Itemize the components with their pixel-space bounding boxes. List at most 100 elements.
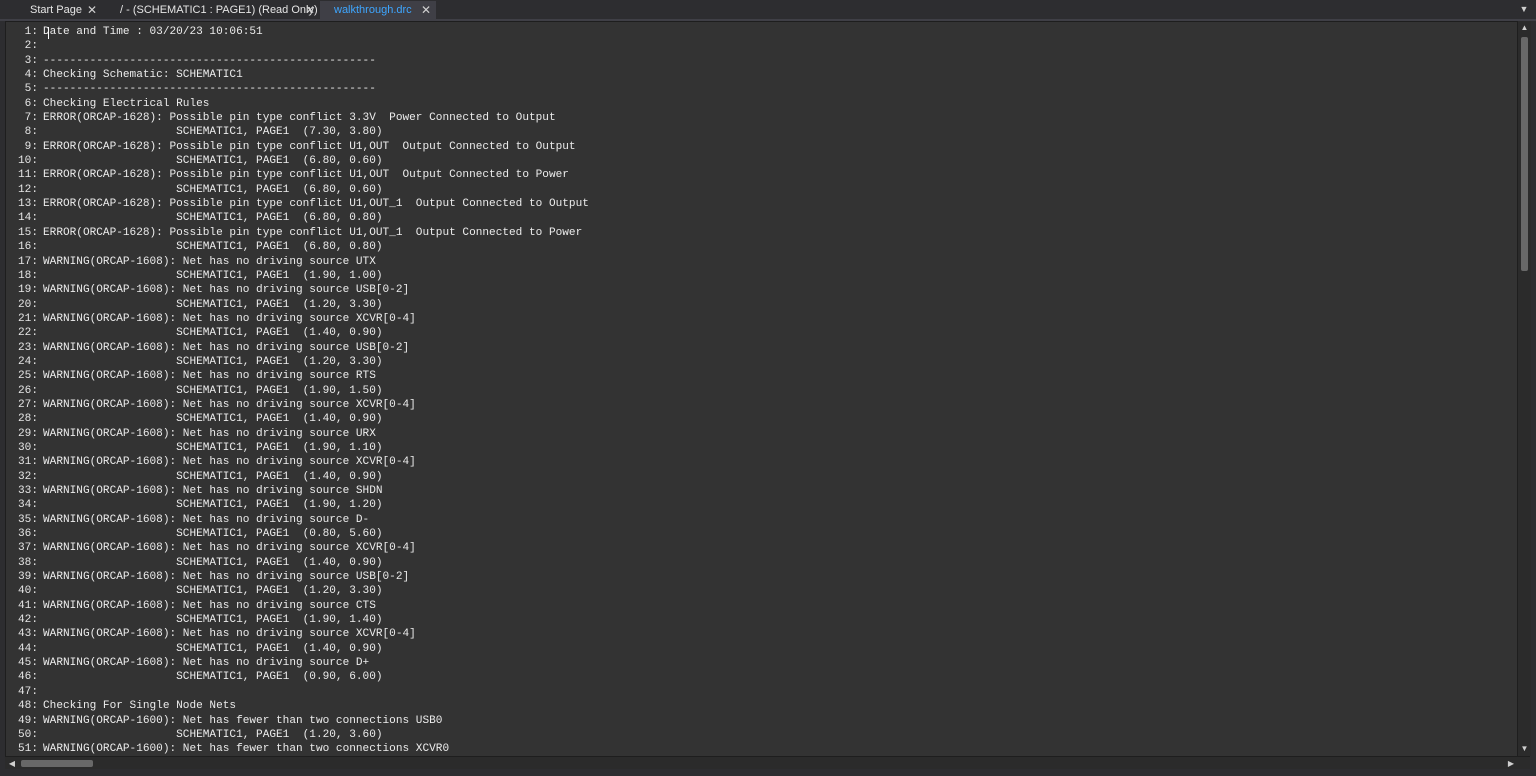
editor-line: 9: ERROR(ORCAP-1628): Possible pin type c…	[6, 140, 1523, 154]
vertical-scroll-thumb[interactable]	[1521, 37, 1528, 271]
line-number: 12:	[18, 183, 38, 196]
line-text: ERROR(ORCAP-1628): Possible pin type con…	[43, 140, 576, 153]
editor-line: 23: WARNING(ORCAP-1608): Net has no drivi…	[6, 341, 1523, 355]
line-number: 7:	[24, 112, 38, 125]
line-text: ----------------------------------------…	[43, 83, 376, 96]
line-text: SCHEMATIC1, PAGE1 (1.40, 0.90)	[43, 413, 383, 426]
line-text: SCHEMATIC1, PAGE1 (1.20, 3.30)	[43, 585, 383, 598]
editor-line: 41: WARNING(ORCAP-1608): Net has no drivi…	[6, 599, 1523, 613]
editor-line: 43: WARNING(ORCAP-1608): Net has no drivi…	[6, 627, 1523, 641]
line-text: WARNING(ORCAP-1608): Net has no driving …	[43, 542, 416, 555]
editor-line: 19: WARNING(ORCAP-1608): Net has no drivi…	[6, 283, 1523, 297]
line-number: 44:	[18, 642, 38, 655]
editor-line: 46: SCHEMATIC1, PAGE1 (0.90, 6.00)	[6, 670, 1523, 684]
line-number: 22:	[18, 327, 38, 340]
line-text: SCHEMATIC1, PAGE1 (1.40, 0.90)	[43, 556, 383, 569]
line-number: 35:	[18, 513, 38, 526]
editor-line: 8: SCHEMATIC1, PAGE1 (7.30, 3.80)	[6, 125, 1523, 139]
line-text: WARNING(ORCAP-1608): Net has no driving …	[43, 571, 410, 584]
editor-line: 35: WARNING(ORCAP-1608): Net has no drivi…	[6, 513, 1523, 527]
editor-line: 26: SCHEMATIC1, PAGE1 (1.90, 1.50)	[6, 384, 1523, 398]
horizontal-scrollbar[interactable]: ◀ ▶	[5, 756, 1530, 770]
editor-line: 25: WARNING(ORCAP-1608): Net has no drivi…	[6, 369, 1523, 383]
line-number: 11:	[18, 169, 38, 182]
editor-line: 40: SCHEMATIC1, PAGE1 (1.20, 3.30)	[6, 584, 1523, 598]
editor-line: 3: --------------------------------------…	[6, 54, 1523, 68]
scroll-up-icon[interactable]: ▲	[1518, 21, 1531, 35]
line-number: 4:	[24, 69, 38, 82]
scroll-down-icon[interactable]: ▼	[1518, 742, 1531, 756]
editor-line: 30: SCHEMATIC1, PAGE1 (1.90, 1.10)	[6, 441, 1523, 455]
editor-line: 1: Date and Time : 03/20/23 10:06:51	[6, 25, 1523, 39]
line-text: SCHEMATIC1, PAGE1 (6.80, 0.60)	[43, 155, 383, 168]
line-text: SCHEMATIC1, PAGE1 (1.40, 0.90)	[43, 642, 383, 655]
editor-line: 24: SCHEMATIC1, PAGE1 (1.20, 3.30)	[6, 355, 1523, 369]
line-number: 47:	[18, 685, 38, 698]
line-text: SCHEMATIC1, PAGE1 (1.90, 1.00)	[43, 269, 383, 282]
line-text: WARNING(ORCAP-1608): Net has no driving …	[43, 599, 376, 612]
horizontal-scroll-thumb[interactable]	[21, 760, 93, 767]
close-icon[interactable]: ✕	[87, 1, 97, 19]
editor-line: 38: SCHEMATIC1, PAGE1 (1.40, 0.90)	[6, 556, 1523, 570]
editor-line: 49: WARNING(ORCAP-1600): Net has fewer th…	[6, 714, 1523, 728]
editor-line: 34: SCHEMATIC1, PAGE1 (1.90, 1.20)	[6, 498, 1523, 512]
line-number: 14:	[18, 212, 38, 225]
line-number: 32:	[18, 470, 38, 483]
line-text: WARNING(ORCAP-1608): Net has no driving …	[43, 255, 376, 268]
editor-line: 16: SCHEMATIC1, PAGE1 (6.80, 0.80)	[6, 240, 1523, 254]
line-text: SCHEMATIC1, PAGE1 (7.30, 3.80)	[43, 126, 383, 139]
line-text: SCHEMATIC1, PAGE1 (0.80, 5.60)	[43, 528, 383, 541]
line-text: SCHEMATIC1, PAGE1 (1.40, 0.90)	[43, 470, 383, 483]
close-icon[interactable]: ✕	[305, 1, 315, 19]
editor-line: 14: SCHEMATIC1, PAGE1 (6.80, 0.80)	[6, 211, 1523, 225]
line-text: WARNING(ORCAP-1608): Net has no driving …	[43, 485, 383, 497]
vertical-scrollbar[interactable]: ▲ ▼	[1517, 21, 1531, 756]
tab-start-page[interactable]: Start Page ✕	[10, 1, 102, 19]
line-text: WARNING(ORCAP-1608): Net has no driving …	[43, 398, 416, 411]
close-icon[interactable]: ✕	[421, 1, 431, 19]
line-text: WARNING(ORCAP-1608): Net has no driving …	[43, 513, 370, 526]
line-number: 16:	[18, 241, 38, 254]
line-number: 30:	[18, 441, 38, 454]
line-number: 36:	[18, 528, 38, 541]
line-number: 26:	[18, 384, 38, 397]
line-number: 6:	[24, 97, 38, 110]
line-text: WARNING(ORCAP-1600): Net has fewer than …	[43, 743, 450, 756]
line-text: ERROR(ORCAP-1628): Possible pin type con…	[43, 169, 569, 182]
tab-walkthrough-drc[interactable]: walkthrough.drc ✕	[320, 1, 436, 19]
editor-line: 31: WARNING(ORCAP-1608): Net has no drivi…	[6, 455, 1523, 469]
editor-line: 33: WARNING(ORCAP-1608): Net has no drivi…	[6, 484, 1523, 498]
tab-label: / - (SCHEMATIC1 : PAGE1) (Read Only)	[120, 4, 318, 16]
line-text: SCHEMATIC1, PAGE1 (6.80, 0.80)	[43, 241, 383, 254]
tab-label: Start Page	[30, 4, 82, 16]
line-number: 27:	[18, 398, 38, 411]
line-text: SCHEMATIC1, PAGE1 (6.80, 0.60)	[43, 183, 383, 196]
editor-line: 20: SCHEMATIC1, PAGE1 (1.20, 3.30)	[6, 298, 1523, 312]
chevron-down-icon[interactable]: ▼	[1518, 2, 1530, 16]
line-number: 18:	[18, 269, 38, 282]
tab-label: walkthrough.drc	[334, 4, 412, 16]
line-number: 20:	[18, 298, 38, 311]
editor-line: 51: WARNING(ORCAP-1600): Net has fewer th…	[6, 742, 1523, 756]
line-text: Checking For Single Node Nets	[43, 700, 237, 713]
line-number: 8:	[24, 126, 38, 139]
line-text: SCHEMATIC1, PAGE1 (1.90, 1.10)	[43, 441, 383, 454]
line-text: Date and Time : 03/20/23 10:06:51	[43, 26, 263, 38]
line-text: SCHEMATIC1, PAGE1 (1.20, 3.60)	[43, 728, 383, 741]
text-editor[interactable]: 1: Date and Time : 03/20/23 10:06:51 2: 3: -…	[5, 21, 1524, 758]
editor-line: 7: ERROR(ORCAP-1628): Possible pin type c…	[6, 111, 1523, 125]
line-text: SCHEMATIC1, PAGE1 (6.80, 0.80)	[43, 212, 383, 225]
editor-line: 37: WARNING(ORCAP-1608): Net has no drivi…	[6, 541, 1523, 555]
line-text: Checking Electrical Rules	[43, 97, 210, 110]
line-text: SCHEMATIC1, PAGE1 (1.90, 1.20)	[43, 499, 383, 512]
editor-line: 15: ERROR(ORCAP-1628): Possible pin type …	[6, 226, 1523, 240]
line-text: ERROR(ORCAP-1628): Possible pin type con…	[43, 198, 589, 211]
line-number: 49:	[18, 714, 38, 727]
line-text: WARNING(ORCAP-1608): Net has no driving …	[43, 284, 410, 297]
line-number: 50:	[18, 728, 38, 741]
editor-line: 45: WARNING(ORCAP-1608): Net has no drivi…	[6, 656, 1523, 670]
line-number: 24:	[18, 355, 38, 368]
line-text: WARNING(ORCAP-1608): Net has no driving …	[43, 628, 416, 641]
tab-schematic-page1[interactable]: / - (SCHEMATIC1 : PAGE1) (Read Only) ✕	[103, 1, 320, 19]
line-text: WARNING(ORCAP-1608): Net has no driving …	[43, 657, 370, 670]
